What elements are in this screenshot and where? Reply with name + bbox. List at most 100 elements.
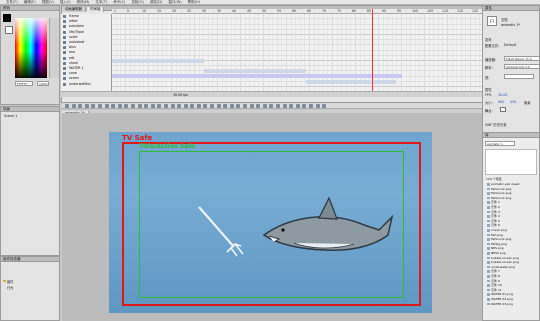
menu-item[interactable]: 窗口(W) (168, 0, 181, 5)
library-item-label: fishbg.png (491, 241, 507, 246)
library-item-icon (487, 265, 490, 269)
frame-grid[interactable] (112, 14, 540, 91)
alpha-field[interactable]: 100% (37, 81, 49, 86)
library-item-label: WATER 01.png (491, 292, 513, 297)
menu-item[interactable]: 文本(T) (95, 0, 107, 5)
library-title: 库 (483, 133, 539, 138)
tool-icon[interactable] (144, 104, 149, 108)
tool-icon[interactable] (289, 104, 294, 108)
behaviors-item[interactable]: 行为 (7, 285, 13, 290)
library-preview (485, 149, 537, 175)
tool-icon[interactable] (163, 104, 168, 108)
library-doc-select[interactable]: animatic 1 (485, 141, 515, 146)
tool-icon[interactable] (65, 104, 69, 108)
tool-icon[interactable] (157, 104, 162, 108)
menu-item[interactable]: 视图(V) (42, 0, 54, 5)
tool-icon[interactable] (177, 104, 182, 108)
tool-icon[interactable] (249, 104, 254, 108)
tool-icon[interactable] (210, 104, 215, 108)
ruler-tick-label: 75 (337, 9, 342, 13)
tool-icon[interactable] (276, 104, 280, 108)
library-item-label: 元件 2 (491, 205, 500, 209)
tool-icon[interactable] (124, 104, 129, 108)
layer-name: outsidein (69, 24, 85, 29)
tool-icon[interactable] (229, 104, 234, 108)
tool-icon[interactable] (97, 104, 102, 108)
library-item-icon (487, 196, 490, 200)
library-item-icon (487, 187, 490, 191)
menu-item[interactable]: 修改(M) (77, 0, 90, 5)
fill-color-icon[interactable] (5, 26, 13, 34)
class-label: 类: (485, 76, 490, 80)
color-panel: 颜色 FFFFFF 100% (0, 5, 60, 105)
playhead[interactable] (372, 9, 373, 91)
swf-history-section[interactable]: SWF 历史记录 (485, 122, 506, 127)
tool-icon[interactable] (315, 104, 320, 108)
menu-item[interactable]: 文件(F) (6, 0, 18, 5)
tool-icon[interactable] (150, 104, 155, 108)
stage-color-swatch[interactable] (500, 107, 506, 112)
layer-row[interactable]: underwaffect (61, 82, 113, 87)
components-item[interactable]: 组件 (7, 279, 13, 284)
tool-icon[interactable] (203, 104, 208, 108)
library-item-icon (487, 183, 490, 186)
hex-field[interactable]: FFFFFF (15, 81, 33, 86)
tool-icon[interactable] (78, 104, 83, 108)
layer-name: bins (69, 45, 76, 50)
tool-icon[interactable] (196, 104, 201, 108)
scene-panel-title: 场景 (1, 107, 59, 112)
tool-icon[interactable] (104, 104, 109, 108)
tool-icon[interactable] (71, 104, 76, 108)
tool-icon[interactable] (223, 104, 228, 108)
height-value[interactable]: 450 (510, 100, 516, 104)
menu-item[interactable]: 调试(D) (150, 0, 162, 5)
tool-icon[interactable] (308, 104, 313, 108)
layer-icon (63, 46, 66, 50)
tool-icon[interactable] (130, 104, 135, 108)
class-field[interactable] (504, 74, 534, 79)
tool-icon[interactable] (282, 104, 287, 108)
menu-item[interactable]: 控制(O) (131, 0, 144, 5)
tool-icon[interactable] (190, 104, 195, 108)
tool-icon[interactable] (295, 104, 300, 108)
width-value[interactable]: 800 (498, 100, 504, 104)
menu-item[interactable]: 命令(C) (113, 0, 125, 5)
tool-icon[interactable] (256, 104, 261, 108)
fps-value[interactable]: 30.00 (498, 93, 507, 97)
tool-icon[interactable] (262, 104, 267, 108)
tool-icon[interactable] (84, 104, 89, 108)
scene-list-item[interactable]: Scene 1 (4, 114, 17, 118)
publish-section[interactable]: 发布 (485, 37, 492, 42)
tool-icon[interactable] (236, 104, 241, 108)
tool-icon[interactable] (322, 104, 327, 108)
menu-item[interactable]: 编辑(E) (24, 0, 36, 5)
library-item-label: fishmonk.png (491, 237, 512, 242)
tool-icon[interactable] (137, 104, 142, 108)
library-item[interactable]: WATER 03.png (483, 302, 540, 306)
menu-item[interactable]: 帮助(H) (188, 0, 200, 5)
tool-icon[interactable] (302, 104, 307, 108)
target-label: 播放器: (485, 58, 497, 62)
tab-timeline[interactable]: 时间轴 (87, 7, 105, 12)
tool-icon[interactable] (216, 104, 221, 108)
tool-icon[interactable] (243, 104, 248, 108)
script-select[interactable]: ActionScript 3.0 (504, 64, 540, 69)
ruler-tick-label: 5 (127, 9, 130, 13)
library-item-label: 元件 11 (491, 287, 502, 292)
target-select[interactable]: Flash Player 11.2 (504, 56, 540, 61)
title-safe-label: Title/Action Safe (139, 143, 195, 150)
menu-item[interactable]: 插入(I) (60, 0, 71, 5)
tool-icon[interactable] (170, 104, 175, 108)
profile-value[interactable]: Default (504, 43, 516, 47)
tool-icon[interactable] (269, 104, 274, 108)
tool-icon[interactable] (183, 104, 188, 108)
stroke-color-icon[interactable] (3, 14, 11, 22)
component-inspector-tab[interactable]: 组件检查器 (3, 257, 21, 261)
tab-motion-editor[interactable]: 动画编辑器 (62, 7, 86, 12)
ruler-tick-label: 1 (114, 9, 117, 13)
properties-section[interactable]: 属性 (485, 87, 492, 92)
tool-icon[interactable] (91, 104, 96, 108)
tool-icon[interactable] (117, 104, 122, 108)
color-spectrum[interactable] (15, 18, 47, 78)
tool-icon[interactable] (111, 104, 116, 108)
